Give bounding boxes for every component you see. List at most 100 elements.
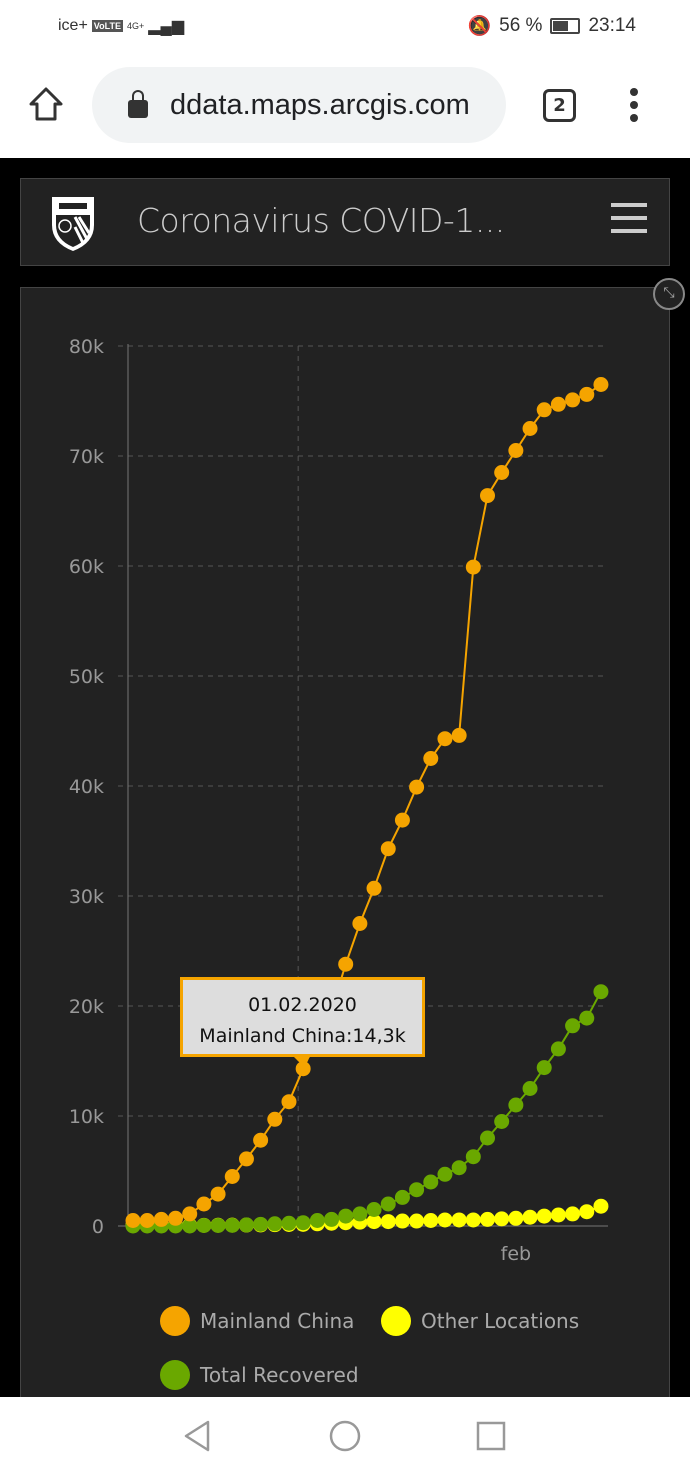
data-point	[593, 377, 609, 392]
data-point	[494, 465, 510, 480]
y-tick-label: 30k	[69, 886, 104, 908]
data-point	[593, 1198, 609, 1214]
data-point	[565, 1206, 581, 1222]
data-point	[565, 392, 581, 408]
data-point	[409, 779, 425, 795]
data-point	[139, 1213, 155, 1228]
recents-icon[interactable]	[476, 1421, 506, 1451]
data-point	[522, 1081, 538, 1096]
data-point	[196, 1196, 212, 1212]
data-point	[309, 1213, 325, 1228]
volte-icon: VoLTE	[91, 20, 123, 32]
data-point	[437, 731, 453, 747]
data-point	[536, 1060, 552, 1076]
y-tick-label: 80k	[69, 336, 104, 358]
data-point	[565, 1018, 581, 1034]
data-point	[437, 1166, 453, 1182]
data-point	[522, 421, 538, 436]
data-point	[224, 1169, 240, 1184]
signal-bars-icon: ▂▄▆	[148, 18, 185, 35]
data-point	[267, 1216, 283, 1232]
data-point	[394, 812, 410, 828]
data-point	[451, 727, 467, 743]
y-tick-label: 0	[92, 1216, 104, 1238]
data-point	[409, 1182, 425, 1198]
data-point	[253, 1216, 269, 1232]
battery-icon	[550, 18, 581, 34]
y-tick-label: 20k	[69, 996, 104, 1018]
data-point	[281, 1094, 297, 1110]
data-point	[281, 1215, 297, 1231]
data-point	[522, 1209, 538, 1225]
data-point	[480, 488, 495, 504]
system-nav-bar	[0, 1397, 690, 1477]
status-bar: ice+ VoLTE 4G+ ▂▄▆ 🔕 56 % 23:14	[0, 0, 690, 55]
battery-percent: 56 %	[499, 15, 543, 36]
data-point	[196, 1217, 212, 1233]
clock: 23:14	[588, 15, 636, 36]
legend-mainland-china[interactable]: Mainland China	[160, 1306, 354, 1336]
data-point	[125, 1213, 141, 1228]
data-point	[168, 1210, 184, 1226]
data-point	[480, 1130, 495, 1146]
app-title: Coronavirus COVID-1...	[137, 201, 505, 240]
legend-total-recovered[interactable]: Total Recovered	[160, 1360, 359, 1390]
data-point	[210, 1217, 226, 1233]
url-text: ddata.maps.arcgis.com	[170, 88, 470, 121]
data-point	[423, 1174, 439, 1190]
data-point	[394, 1213, 410, 1229]
data-point	[465, 559, 481, 575]
data-point	[352, 916, 368, 931]
data-point	[210, 1186, 226, 1202]
more-menu-icon[interactable]	[630, 88, 642, 127]
data-point	[508, 1097, 524, 1113]
lock-icon	[128, 90, 148, 118]
data-point	[536, 1208, 552, 1224]
legend-label: Other Locations	[421, 1309, 580, 1333]
data-point	[465, 1212, 481, 1228]
hamburger-menu-icon[interactable]	[611, 203, 647, 242]
data-point	[494, 1114, 510, 1129]
data-point	[423, 1213, 439, 1228]
data-point	[409, 1213, 425, 1229]
legend-marker-icon	[381, 1306, 411, 1336]
data-point	[550, 396, 566, 412]
legend-marker-icon	[160, 1360, 190, 1390]
home-nav-icon[interactable]	[328, 1419, 362, 1453]
data-point	[579, 1204, 595, 1220]
data-point	[324, 1211, 340, 1227]
data-point	[593, 984, 609, 1000]
legend-label: Total Recovered	[200, 1363, 359, 1387]
data-point	[352, 1206, 368, 1222]
data-point	[338, 1208, 354, 1224]
data-point	[238, 1151, 254, 1167]
data-point	[465, 1149, 481, 1165]
data-point	[295, 1215, 311, 1231]
home-icon[interactable]	[28, 86, 64, 122]
data-point	[394, 1189, 410, 1205]
data-point	[338, 956, 354, 972]
data-point	[451, 1160, 467, 1176]
legend-other-locations[interactable]: Other Locations	[381, 1306, 579, 1336]
address-bar[interactable]: ddata.maps.arcgis.com	[92, 67, 506, 143]
data-point	[366, 880, 382, 896]
data-point	[153, 1211, 169, 1227]
data-point	[451, 1212, 467, 1228]
data-point	[380, 1196, 396, 1212]
data-point	[579, 1010, 595, 1026]
legend-marker-icon	[160, 1306, 190, 1336]
tab-switcher-button[interactable]: 2	[543, 89, 576, 122]
tooltip-value: Mainland China:14,3k	[199, 1025, 406, 1047]
data-point	[380, 1214, 396, 1230]
y-tick-label: 70k	[69, 446, 104, 468]
back-icon[interactable]	[182, 1419, 212, 1453]
y-tick-label: 50k	[69, 666, 104, 688]
data-point	[579, 386, 595, 402]
data-point	[480, 1211, 495, 1227]
jhu-shield-logo	[52, 197, 94, 251]
y-tick-label: 60k	[69, 556, 104, 578]
data-point	[224, 1217, 240, 1233]
tooltip-date: 01.02.2020	[248, 994, 357, 1016]
cases-chart: 0 10k 20k 30k 40k 50k 60k 70k 80k feb	[69, 336, 609, 1265]
app-header: Coronavirus COVID-1...	[20, 178, 670, 266]
